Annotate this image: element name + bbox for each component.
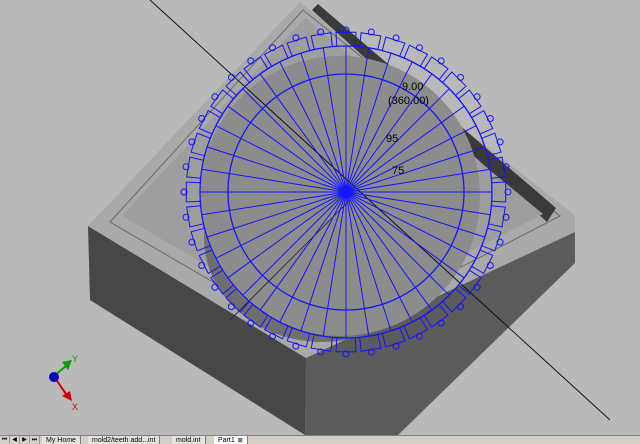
graphics-viewport[interactable]: 9.00 (360.00) 95 75 Y X: [0, 0, 640, 435]
triad-x-label: X: [72, 402, 78, 412]
tooth-point: [457, 73, 465, 81]
center-point: [340, 186, 352, 198]
coordinate-triad: Y X: [49, 354, 78, 412]
triad-y-label: Y: [72, 354, 78, 364]
z-axis-icon: [49, 372, 59, 382]
tooth-point: [437, 57, 445, 65]
tooth-point: [473, 93, 481, 101]
dimension-outer-value[interactable]: 9.00: [402, 81, 423, 93]
dimension-inner-b[interactable]: 75: [392, 165, 404, 177]
close-icon[interactable]: ⊠: [238, 438, 243, 444]
dimension-inner-a[interactable]: 95: [386, 133, 398, 145]
dimension-outer-sub[interactable]: (360.00): [388, 95, 429, 107]
model-scene[interactable]: 9.00 (360.00) 95 75 Y X: [0, 0, 640, 435]
